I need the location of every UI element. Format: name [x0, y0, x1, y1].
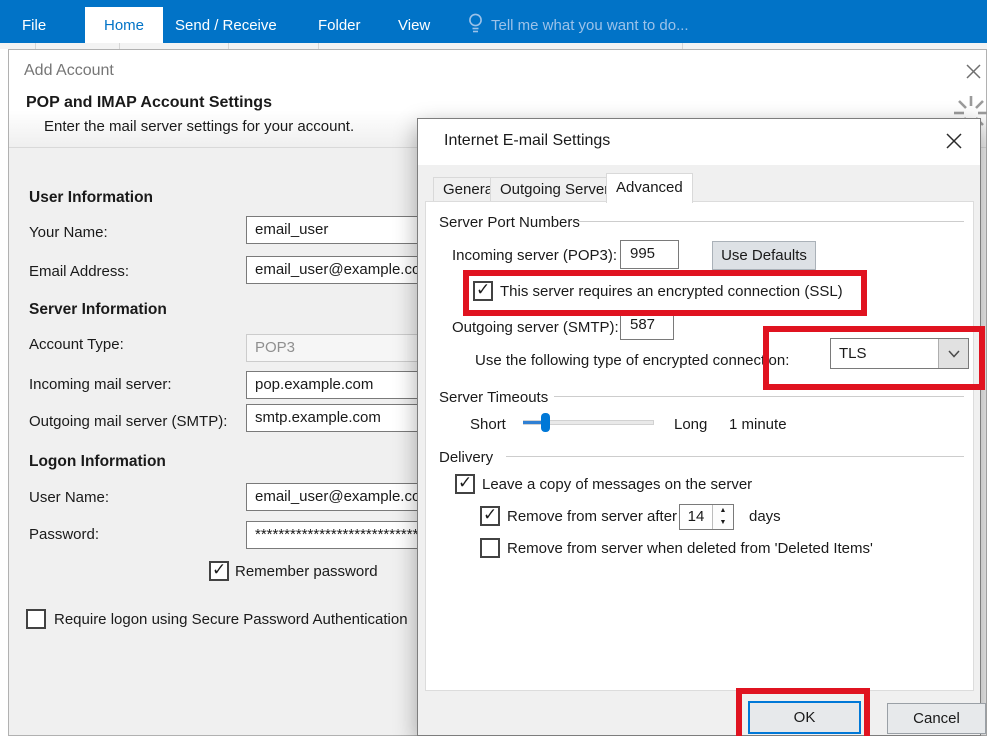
encryption-type-dropdown[interactable]: TLS [830, 338, 969, 369]
section-user-information: User Information [29, 189, 153, 207]
check-icon: ✓ [483, 505, 497, 525]
remove-deleted-label: Remove from server when deleted from 'De… [507, 540, 873, 557]
add-account-title: Add Account [24, 62, 114, 80]
require-spa-label: Require logon using Secure Password Auth… [54, 611, 408, 628]
email-address-input[interactable]: email_user@example.com [246, 256, 446, 284]
tab-outgoing-server[interactable]: Outgoing Server [490, 177, 619, 202]
advanced-tab-page: Server Port Numbers Incoming server (POP… [425, 201, 974, 691]
group-line [578, 221, 964, 222]
remove-after-label: Remove from server after [507, 508, 677, 525]
remove-after-days-spinner[interactable]: 14 ▲ ▼ [679, 504, 734, 530]
user-name-input[interactable]: email_user@example.com [246, 483, 446, 511]
password-label: Password: [29, 526, 99, 543]
ok-button[interactable]: OK [748, 701, 861, 734]
check-icon: ✓ [212, 560, 226, 580]
close-icon[interactable] [966, 64, 981, 79]
incoming-pop3-port-input[interactable]: 995 [620, 240, 679, 269]
outgoing-server-input[interactable]: smtp.example.com [246, 404, 446, 432]
timeout-short-label: Short [470, 416, 506, 433]
days-label: days [749, 508, 781, 525]
timeout-value: 1 minute [729, 416, 787, 433]
require-spa-checkbox[interactable] [26, 609, 46, 629]
remember-password-checkbox[interactable]: ✓ [209, 561, 229, 581]
remember-password-label: Remember password [235, 563, 378, 580]
outgoing-smtp-port-input[interactable]: 587 [620, 311, 674, 340]
your-name-label: Your Name: [29, 224, 108, 241]
remove-after-checkbox[interactable]: ✓ [480, 506, 500, 526]
ies-title: Internet E-mail Settings [444, 132, 610, 150]
section-server-information: Server Information [29, 301, 167, 319]
password-input[interactable]: **************************** [246, 521, 446, 549]
pop-imap-subheading: Enter the mail server settings for your … [44, 118, 354, 135]
account-type-label: Account Type: [29, 336, 124, 353]
encryption-type-label: Use the following type of encrypted conn… [475, 352, 789, 369]
ies-titlebar: Internet E-mail Settings [418, 119, 980, 165]
timeout-slider-thumb[interactable] [541, 413, 550, 432]
internet-email-settings-dialog: Internet E-mail Settings General Outgoin… [417, 118, 981, 736]
group-delivery: Delivery [439, 449, 493, 466]
check-icon: ✓ [476, 280, 490, 300]
ribbon-tab-folder[interactable]: Folder [318, 8, 361, 43]
email-address-label: Email Address: [29, 263, 129, 280]
check-icon: ✓ [458, 473, 472, 493]
group-server-port-numbers: Server Port Numbers [439, 214, 580, 231]
ribbon-tab-view[interactable]: View [398, 8, 430, 43]
remove-after-days-value: 14 [680, 505, 712, 529]
incoming-server-input[interactable]: pop.example.com [246, 371, 446, 399]
tab-advanced[interactable]: Advanced [606, 173, 693, 203]
tell-me-box[interactable]: Tell me what you want to do... [491, 8, 689, 43]
spin-down-icon[interactable]: ▼ [713, 517, 733, 529]
account-type-input: POP3 [246, 334, 446, 362]
ribbon-tab-file[interactable]: File [22, 8, 46, 43]
leave-copy-label: Leave a copy of messages on the server [482, 476, 752, 493]
ssl-checkbox-label: This server requires an encrypted connec… [500, 283, 843, 300]
spin-up-icon[interactable]: ▲ [713, 505, 733, 517]
your-name-input[interactable]: email_user [246, 216, 446, 244]
encryption-type-value: TLS [839, 345, 867, 362]
timeout-long-label: Long [674, 416, 707, 433]
spinner-buttons: ▲ ▼ [712, 505, 733, 529]
lightbulb-icon [466, 12, 485, 35]
ssl-checkbox[interactable]: ✓ [473, 281, 493, 301]
ribbon-tab-send-receive[interactable]: Send / Receive [175, 8, 277, 43]
pop-imap-heading: POP and IMAP Account Settings [26, 94, 272, 112]
section-logon-information: Logon Information [29, 453, 166, 471]
use-defaults-button[interactable]: Use Defaults [712, 241, 816, 270]
incoming-server-label: Incoming mail server: [29, 376, 172, 393]
remove-deleted-checkbox[interactable] [480, 538, 500, 558]
dropdown-button[interactable] [938, 339, 968, 368]
outgoing-server-label: Outgoing mail server (SMTP): [29, 413, 227, 430]
close-icon[interactable] [946, 133, 962, 149]
incoming-pop3-label: Incoming server (POP3): [452, 247, 617, 264]
outgoing-smtp-label: Outgoing server (SMTP): [452, 319, 619, 336]
user-name-label: User Name: [29, 489, 109, 506]
leave-copy-checkbox[interactable]: ✓ [455, 474, 475, 494]
cancel-button[interactable]: Cancel [887, 703, 986, 734]
group-server-timeouts: Server Timeouts [439, 389, 548, 406]
group-line [506, 456, 964, 457]
group-line [554, 396, 964, 397]
